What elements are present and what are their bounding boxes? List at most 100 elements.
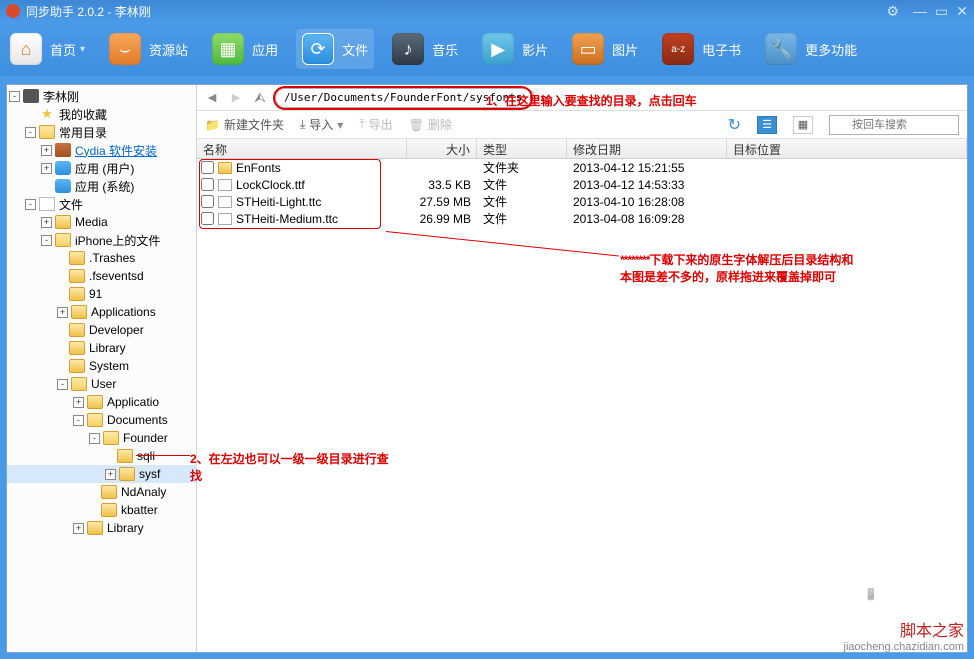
row-checkbox[interactable] [201, 178, 214, 191]
row-checkbox[interactable] [201, 212, 214, 225]
tree-system[interactable]: System [7, 357, 196, 375]
main-area: -李林刚 ★我的收藏 -常用目录 +Cydia 软件安装 +应用 (用户) 应用… [6, 84, 968, 653]
settings-icon[interactable]: ⚙ [886, 3, 899, 20]
sidebar-tree[interactable]: -李林刚 ★我的收藏 -常用目录 +Cydia 软件安装 +应用 (用户) 应用… [7, 85, 197, 652]
tree-developer[interactable]: Developer [7, 321, 196, 339]
export-button[interactable]: ⤒导出 [359, 116, 392, 133]
col-size-header[interactable]: 大小 [407, 139, 477, 158]
folder-icon [101, 503, 117, 517]
app-icon [55, 161, 71, 175]
file-date: 2013-04-10 16:28:08 [567, 195, 727, 209]
file-type: 文件 [477, 193, 567, 210]
tree-fseventsd[interactable]: .fseventsd [7, 267, 196, 285]
folder-icon [69, 251, 85, 265]
folder-plus-icon: 📁 [205, 118, 220, 132]
collapse-icon[interactable]: - [73, 415, 84, 426]
expand-icon[interactable]: + [41, 163, 52, 174]
expand-icon[interactable]: + [41, 145, 52, 156]
search-wrap: 🔍 [829, 115, 959, 135]
col-type-header[interactable]: 类型 [477, 139, 567, 158]
expand-icon[interactable]: + [105, 469, 116, 480]
tree-user[interactable]: -User [7, 375, 196, 393]
nav-picture[interactable]: ▭图片 [572, 33, 638, 65]
tree-iphone-files[interactable]: -iPhone上的文件 [7, 231, 196, 249]
list-header: 名称 大小 类型 修改日期 目标位置 [197, 139, 967, 159]
file-row[interactable]: EnFonts文件夹2013-04-12 15:21:55 [197, 159, 967, 176]
tree-app-user[interactable]: +应用 (用户) [7, 159, 196, 177]
refresh-button[interactable]: ↻ [728, 115, 741, 135]
file-size: 33.5 KB [407, 178, 477, 192]
back-button[interactable]: ◄ [203, 89, 221, 107]
minimize-button[interactable]: — [913, 3, 927, 20]
nav-resource[interactable]: ⌣资源站 [109, 33, 188, 65]
collapse-icon[interactable]: - [25, 199, 36, 210]
delete-button[interactable]: 🗑删除 [409, 116, 452, 133]
maximize-button[interactable]: ▭ [935, 3, 948, 20]
file-icon [218, 196, 232, 208]
col-date-header[interactable]: 修改日期 [567, 139, 727, 158]
play-icon: ▶ [482, 33, 514, 65]
file-row[interactable]: STHeiti-Light.ttc 27.59 MB文件2013-04-10 16… [197, 193, 967, 210]
tree-media[interactable]: +Media [7, 213, 196, 231]
file-name: STHeiti-Light.ttc [236, 195, 321, 209]
tree-library[interactable]: Library [7, 339, 196, 357]
col-name-header[interactable]: 名称 [197, 139, 407, 158]
view-grid-button[interactable]: ▦ [793, 116, 813, 134]
nav-movie[interactable]: ▶影片 [482, 33, 548, 65]
row-checkbox[interactable] [201, 195, 214, 208]
tree-sysf[interactable]: +sysf [7, 465, 196, 483]
box-icon [55, 143, 71, 157]
expand-icon[interactable]: + [57, 307, 68, 318]
tree-app-sys[interactable]: 应用 (系统) [7, 177, 196, 195]
expand-icon[interactable]: + [73, 397, 84, 408]
nav-file[interactable]: ⟳文件 [296, 29, 374, 69]
folder-icon [218, 162, 232, 174]
forward-button[interactable]: ► [227, 89, 245, 107]
new-folder-button[interactable]: 📁新建文件夹 [205, 116, 284, 133]
tree-trashes[interactable]: .Trashes [7, 249, 196, 267]
view-list-button[interactable]: ☰ [757, 116, 777, 134]
collapse-icon[interactable]: - [25, 127, 36, 138]
tree-kbatter[interactable]: kbatter [7, 501, 196, 519]
file-row[interactable]: STHeiti-Medium.ttc26.99 MB文件2013-04-08 1… [197, 210, 967, 227]
collapse-icon[interactable]: - [57, 379, 68, 390]
import-button[interactable]: ⤓导入▾ [300, 116, 343, 133]
nav-music[interactable]: ♪音乐 [392, 33, 458, 65]
collapse-icon[interactable]: - [89, 433, 100, 444]
folder-icon [69, 287, 85, 301]
tree-library2[interactable]: +Library [7, 519, 196, 537]
nav-more[interactable]: 🔧更多功能 [765, 33, 857, 65]
tree-device-root[interactable]: -李林刚 [7, 87, 196, 105]
nav-ebook[interactable]: a-z电子书 [662, 33, 741, 65]
col-target-header[interactable]: 目标位置 [727, 139, 967, 158]
tree-ndanaly[interactable]: NdAnaly [7, 483, 196, 501]
tree-91[interactable]: 91 [7, 285, 196, 303]
expand-icon[interactable]: + [41, 217, 52, 228]
export-icon: ⤒ [359, 117, 364, 132]
tree-favorites[interactable]: ★我的收藏 [7, 105, 196, 123]
close-button[interactable]: ✕ [956, 3, 968, 20]
collapse-icon[interactable]: - [41, 235, 52, 246]
search-input[interactable] [829, 115, 959, 135]
file-icon [218, 179, 232, 191]
tree-applicatio[interactable]: +Applicatio [7, 393, 196, 411]
tree-files[interactable]: -文件 [7, 195, 196, 213]
music-icon: ♪ [392, 33, 424, 65]
tree-common-dir[interactable]: -常用目录 [7, 123, 196, 141]
row-checkbox[interactable] [201, 161, 214, 174]
tree-founder[interactable]: -Founder [7, 429, 196, 447]
tree-cydia[interactable]: +Cydia 软件安装 [7, 141, 196, 159]
tree-applications[interactable]: +Applications [7, 303, 196, 321]
nav-app[interactable]: ▦应用 [212, 33, 278, 65]
folder-icon [87, 413, 103, 427]
up-button[interactable]: ⮙ [251, 89, 269, 107]
device-icon [23, 89, 39, 103]
nav-home[interactable]: ⌂首页▾ [10, 33, 85, 65]
tree-sqli[interactable]: sqli [7, 447, 196, 465]
expand-icon[interactable]: + [73, 523, 84, 534]
file-row[interactable]: LockClock.ttf33.5 KB文件2013-04-12 14:53:3… [197, 176, 967, 193]
file-size: 27.59 MB [407, 195, 477, 209]
collapse-icon[interactable]: - [9, 91, 20, 102]
watermark: 威锋网 ▣ 📱 WEiPHONE.com 查字典教程网 脚本之家 jiaoche… [844, 572, 964, 653]
tree-documents[interactable]: -Documents [7, 411, 196, 429]
